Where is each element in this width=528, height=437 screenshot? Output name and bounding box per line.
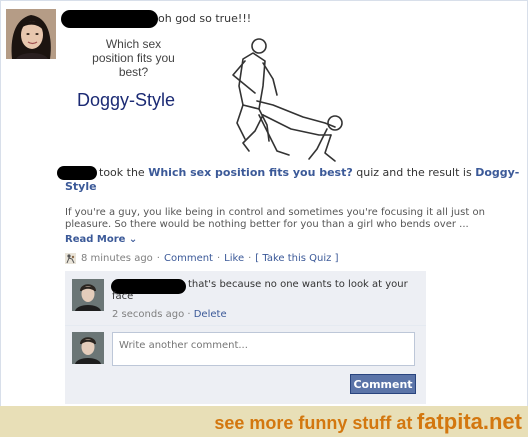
comment-text-block: that's because no one wants to look at y… [112,279,412,303]
story-headline: took the Which sex position fits you bes… [65,166,520,194]
profile-photo[interactable] [6,9,56,59]
footer-site: fatpita.net [416,409,522,434]
commenter-avatar[interactable] [72,279,104,311]
take-quiz-link[interactable]: [ Take this Quiz ] [255,253,338,264]
like-link[interactable]: Like [224,253,244,264]
footer-prefix: see more funny stuff at [214,413,413,433]
result-text: quiz and the result is [356,166,472,179]
separator-dot: · [216,252,221,264]
quiz-link[interactable]: Which sex position fits you best? [148,166,353,179]
news-feed-story: oh god so true!!! Which sex position fit… [0,0,528,407]
comment-body: that's because no one wants to look at y… [112,279,408,302]
delete-link[interactable]: Delete [194,309,227,320]
app-icon [65,252,76,264]
quiz-answer-text: Doggy-Style [77,90,176,110]
separator-dot: · [156,252,160,264]
comment-input-wrapper [112,332,415,366]
commenter-photo [72,279,104,311]
profile-photo-image [6,9,56,59]
composer-avatar [72,332,104,364]
chevron-down-icon: ⌄ [128,234,138,245]
comment-button[interactable]: Comment [350,374,416,394]
comment-time: 2 seconds ago [112,309,185,320]
composer-photo [72,332,104,364]
read-more-link[interactable]: Read More ⌄ [65,234,137,245]
redacted-author-name [61,10,158,28]
status-message: oh god so true!!! [158,12,252,25]
comment-item: that's because no one wants to look at y… [65,271,426,326]
comment-link[interactable]: Comment [164,253,213,264]
comment-input[interactable] [113,335,414,356]
comment-composer: Comment [65,326,426,404]
story-time: 8 minutes ago [81,252,153,264]
footer-banner: see more funny stuff at fatpita.net [0,406,528,437]
read-more-label: Read More [65,234,126,245]
comment-meta: 2 seconds ago · Delete [112,309,227,320]
footer-text[interactable]: see more funny stuff at fatpita.net [214,409,522,435]
separator-dot: · [248,252,252,264]
quiz-question-text: Which sex position fits you best? [92,37,175,79]
quiz-description: If you're a guy, you like being in contr… [65,207,485,230]
took-the-text: took the [99,166,145,179]
story-meta: 8 minutes ago · Comment · Like · [ Take … [65,251,338,265]
